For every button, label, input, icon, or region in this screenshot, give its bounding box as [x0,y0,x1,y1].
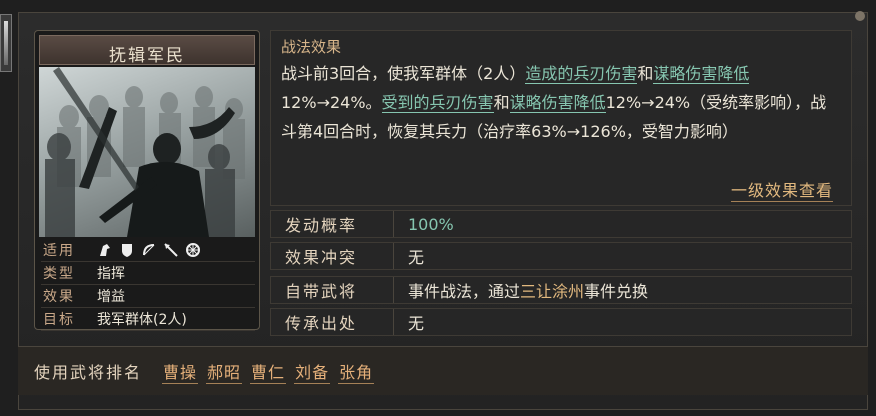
ranking-label: 使用武将排名 [34,363,143,382]
stat-value-suffix: 事件兑换 [584,282,649,301]
skill-info-table: 适用 类型 指挥 效果 增益 目标 我军群体(2人) [41,239,255,331]
skill-name: 抚辑军民 [109,46,185,66]
spear-icon [164,243,178,257]
stat-key: 效果冲突 [271,243,394,269]
info-key: 类型 [43,266,75,282]
info-row-applicable: 适用 [41,239,255,262]
warrior-silhouette-icon [45,67,245,237]
stat-value: 事件战法，通过三让涂州事件兑换 [394,278,648,302]
info-key: 效果 [43,289,75,305]
general-link[interactable]: 曹操 [162,359,199,384]
effect-description-box[interactable]: 战法效果 战斗前3回合，使我军群体（2人）造成的兵刃伤害和谋略伤害降低12%→2… [270,30,852,206]
horse-head-icon [100,244,110,256]
effect-text-segment: 12%→24%。 [281,93,382,112]
keyword-weapon-damage[interactable]: 造成的兵刃伤害 [525,64,638,84]
skill-illustration [39,67,255,237]
info-key: 适用 [43,243,75,259]
general-link[interactable]: 曹仁 [250,359,287,384]
side-handle[interactable] [0,14,12,72]
stat-key: 发动概率 [271,211,394,237]
stat-key: 自带武将 [271,277,394,303]
stat-value-prefix: 事件战法，通过 [408,282,521,301]
stat-row-conflict: 效果冲突 无 [270,242,852,270]
effect-text-segment: 和 [493,93,510,112]
text-fade-overlay [271,155,851,177]
info-row-target: 目标 我军群体(2人) [41,308,255,331]
info-row-effect: 效果 增益 [41,285,255,308]
stat-value: 100% [408,214,454,234]
keyword-weapon-damage-taken[interactable]: 受到的兵刃伤害 [381,93,494,113]
skill-card-title-bar: 抚辑军民 [39,35,255,66]
general-list: 曹操 郝昭 曹仁 刘备 张角 [162,359,375,384]
unit-type-icons [87,242,201,258]
info-key: 目标 [43,312,75,328]
effect-text-segment: 和 [637,64,654,83]
effect-heading: 战法效果 [281,38,342,56]
stat-row-own-general: 自带武将 事件战法，通过三让涂州事件兑换 [270,276,852,304]
skill-card: 抚辑军民 适用 类型 指挥 效果 增益 目标 我军群体(2人) [34,30,260,331]
shield-icon [122,244,132,257]
general-link[interactable]: 刘备 [294,359,331,384]
stat-value: 无 [408,314,425,333]
general-ranking-bar: 使用武将排名 曹操 郝昭 曹仁 刘备 张角 [18,346,868,395]
stat-row-inherit: 传承出处 无 [270,308,852,336]
info-value: 我军群体(2人) [97,312,187,328]
wheel-icon [186,243,200,257]
info-row-type: 类型 指挥 [41,262,255,285]
info-value: 指挥 [97,266,125,282]
bow-icon [143,244,155,256]
stat-key: 传承出处 [271,309,394,335]
level-one-effect-link[interactable]: 一级效果查看 [730,177,833,202]
stat-row-probability: 发动概率 100% [270,210,852,238]
event-link[interactable]: 三让涂州 [520,282,584,301]
stat-value: 无 [408,248,425,267]
info-value: 增益 [97,289,125,305]
keyword-strategy-damage-reduction[interactable]: 谋略伤害降低 [509,93,606,113]
effect-text-segment: 战斗前3回合，使我军群体（2人） [281,64,526,83]
general-link[interactable]: 郝昭 [206,359,243,384]
keyword-strategy-damage-reduction[interactable]: 谋略伤害降低 [653,64,750,84]
corner-ornament-icon [855,11,865,21]
general-link[interactable]: 张角 [338,359,375,384]
